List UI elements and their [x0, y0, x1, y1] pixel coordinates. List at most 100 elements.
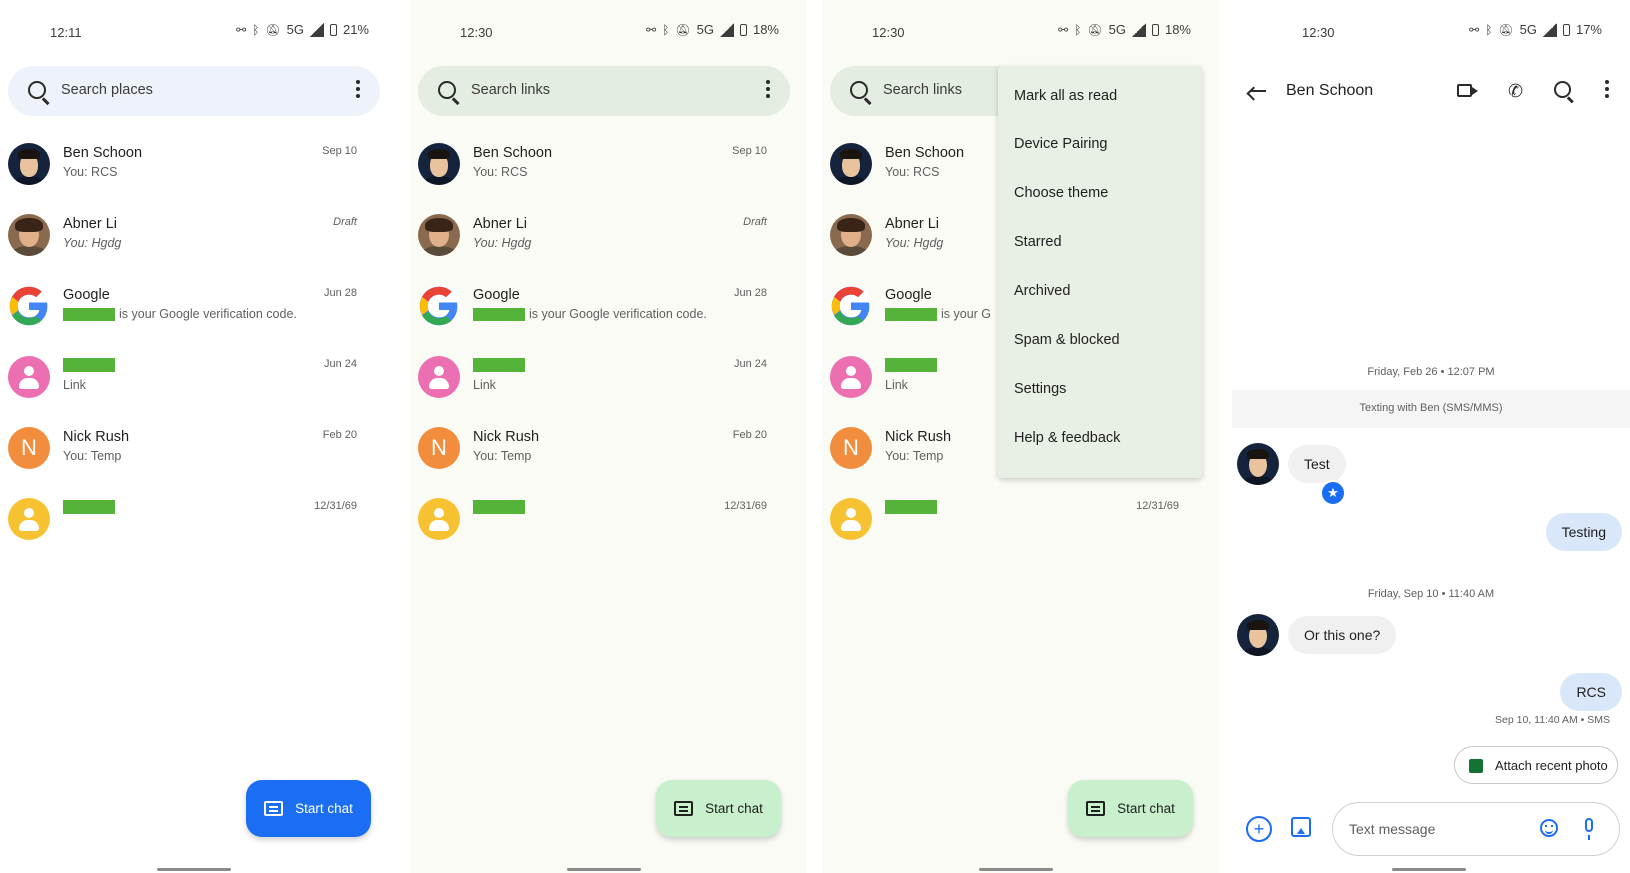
signal-icon — [719, 22, 734, 37]
gesture-nav-bar[interactable] — [979, 868, 1053, 871]
person-icon — [418, 356, 460, 398]
chat-icon — [674, 801, 694, 816]
redaction-bar — [473, 500, 525, 514]
conversation-item[interactable]: Link Jun 24 — [0, 356, 397, 426]
menu-item-starred[interactable]: Starred — [1014, 234, 1062, 250]
search-bar[interactable]: Search places — [8, 66, 380, 116]
message-placeholder[interactable]: Text message — [1349, 821, 1435, 837]
google-logo-icon — [8, 285, 50, 327]
status-time: 12:11 — [50, 25, 82, 40]
battery-percent: 18% — [1164, 22, 1191, 37]
message-date: Jun 24 — [323, 358, 357, 370]
menu-item-archived[interactable]: Archived — [1014, 283, 1070, 299]
start-chat-button[interactable]: Start chat — [1068, 780, 1193, 837]
redaction-bar — [473, 358, 525, 372]
avatar[interactable] — [1237, 614, 1279, 656]
outgoing-message[interactable]: Testing — [1545, 513, 1622, 551]
battery-icon — [1151, 23, 1159, 36]
conversation-item[interactable]: Abner Li You: Hgdg Draft — [0, 214, 397, 284]
message-snippet: You: RCS — [63, 165, 118, 179]
more-options-icon[interactable] — [356, 80, 360, 101]
message-date: 12/31/69 — [1136, 500, 1179, 512]
draft-label: Draft — [333, 216, 357, 228]
start-chat-button[interactable]: Start chat — [246, 780, 371, 837]
start-chat-button[interactable]: Start chat — [656, 780, 781, 837]
bluetooth-icon: ᛒ — [252, 22, 260, 37]
more-options-icon[interactable] — [1605, 80, 1609, 101]
menu-item-device-pairing[interactable]: Device Pairing — [1014, 136, 1108, 152]
gesture-nav-bar[interactable] — [567, 868, 641, 871]
message-meta: Sep 10, 11:40 AM • SMS — [1495, 714, 1610, 726]
conversation-item[interactable]: Google is your Google verification code.… — [0, 285, 397, 355]
redaction-bar — [63, 308, 115, 322]
chat-icon — [264, 801, 284, 816]
menu-item-help-feedback[interactable]: Help & feedback — [1014, 430, 1120, 446]
mute-bell-icon: 🔕︎ — [675, 22, 691, 37]
conversation-item[interactable]: Ben Schoon You: RCS Sep 10 — [0, 143, 397, 213]
conversation-item[interactable]: 12/31/69 — [410, 498, 807, 568]
menu-item-mark-all-read[interactable]: Mark all as read — [1014, 88, 1117, 104]
message-date: Feb 20 — [322, 429, 357, 441]
start-chat-label: Start chat — [1117, 801, 1175, 816]
search-icon[interactable] — [1554, 81, 1571, 98]
search-icon — [850, 81, 868, 99]
incoming-message[interactable]: Test — [1288, 445, 1346, 483]
search-placeholder[interactable]: Search places — [61, 82, 153, 98]
chat-title: Ben Schoon — [1286, 82, 1374, 99]
gesture-nav-bar[interactable] — [1392, 868, 1466, 871]
snippet-text: is your G — [941, 307, 992, 321]
conversation-item[interactable]: N Nick Rush You: Temp Feb 20 — [410, 427, 807, 497]
phone-call-icon[interactable]: ✆ — [1508, 82, 1526, 100]
contact-name: Google — [63, 287, 110, 303]
attach-recent-photo-button[interactable]: Attach recent photo — [1454, 746, 1618, 784]
message-date: Jun 24 — [733, 358, 767, 370]
video-call-icon[interactable] — [1457, 84, 1478, 97]
conversation-list-panel-3: 12:30 ⚯ ᛒ 🔕︎ 5G 18% Search links Ben Sch… — [822, 0, 1219, 873]
message-input[interactable]: Text message — [1332, 802, 1620, 856]
menu-item-settings[interactable]: Settings — [1014, 381, 1066, 397]
conversation-item[interactable]: 12/31/69 — [0, 498, 397, 568]
incoming-message[interactable]: Or this one? — [1288, 616, 1397, 654]
emoji-icon[interactable] — [1540, 819, 1558, 837]
gesture-nav-bar[interactable] — [157, 868, 231, 871]
back-arrow-icon[interactable] — [1248, 82, 1266, 100]
signal-icon — [1542, 22, 1557, 37]
avatar[interactable] — [1237, 443, 1279, 485]
bluetooth-icon: ᛒ — [662, 22, 670, 37]
search-placeholder[interactable]: Search links — [883, 82, 962, 98]
menu-item-spam-blocked[interactable]: Spam & blocked — [1014, 332, 1120, 348]
search-placeholder[interactable]: Search links — [471, 82, 550, 98]
network-label: 5G — [696, 22, 714, 37]
battery-percent: 21% — [342, 22, 369, 37]
avatar — [830, 143, 872, 185]
star-icon: ★ — [1320, 480, 1346, 506]
message-date: Sep 10 — [732, 145, 767, 157]
message-date: 12/31/69 — [724, 500, 767, 512]
search-bar[interactable]: Search links — [418, 66, 790, 116]
date-separator: Friday, Sep 10 • 11:40 AM — [1367, 588, 1495, 600]
conversation-item[interactable]: Link Jun 24 — [410, 356, 807, 426]
outgoing-message[interactable]: RCS — [1560, 673, 1622, 711]
gallery-icon[interactable] — [1291, 817, 1311, 837]
add-attachment-icon[interactable]: + — [1246, 816, 1272, 842]
mute-bell-icon: 🔕︎ — [1498, 22, 1514, 37]
message-date: Jun 28 — [733, 287, 767, 299]
conversation-item[interactable]: N Nick Rush You: Temp Feb 20 — [0, 427, 397, 497]
message-snippet: You: Temp — [473, 449, 532, 463]
conversation-item[interactable]: 12/31/69 — [822, 498, 1219, 568]
conversation-list-panel-1: 12:11 ⚯ ᛒ 🔕︎ 5G 21% Search places Ben Sc… — [0, 0, 397, 873]
search-icon — [28, 81, 46, 99]
more-options-icon[interactable] — [766, 80, 770, 101]
link-icon: ⚯ — [1469, 22, 1480, 37]
redaction-bar — [885, 358, 937, 372]
conversation-item[interactable]: Google is your Google verification code.… — [410, 285, 807, 355]
avatar — [830, 214, 872, 256]
conversation-item[interactable]: Ben Schoon You: RCS Sep 10 — [410, 143, 807, 213]
battery-icon — [739, 23, 747, 36]
redaction-bar — [63, 500, 115, 514]
conversation-item[interactable]: Abner Li You: Hgdg Draft — [410, 214, 807, 284]
link-icon: ⚯ — [1058, 22, 1069, 37]
microphone-icon[interactable] — [1585, 818, 1593, 840]
menu-item-choose-theme[interactable]: Choose theme — [1014, 185, 1108, 201]
message-snippet: You: Hgdg — [473, 236, 532, 250]
